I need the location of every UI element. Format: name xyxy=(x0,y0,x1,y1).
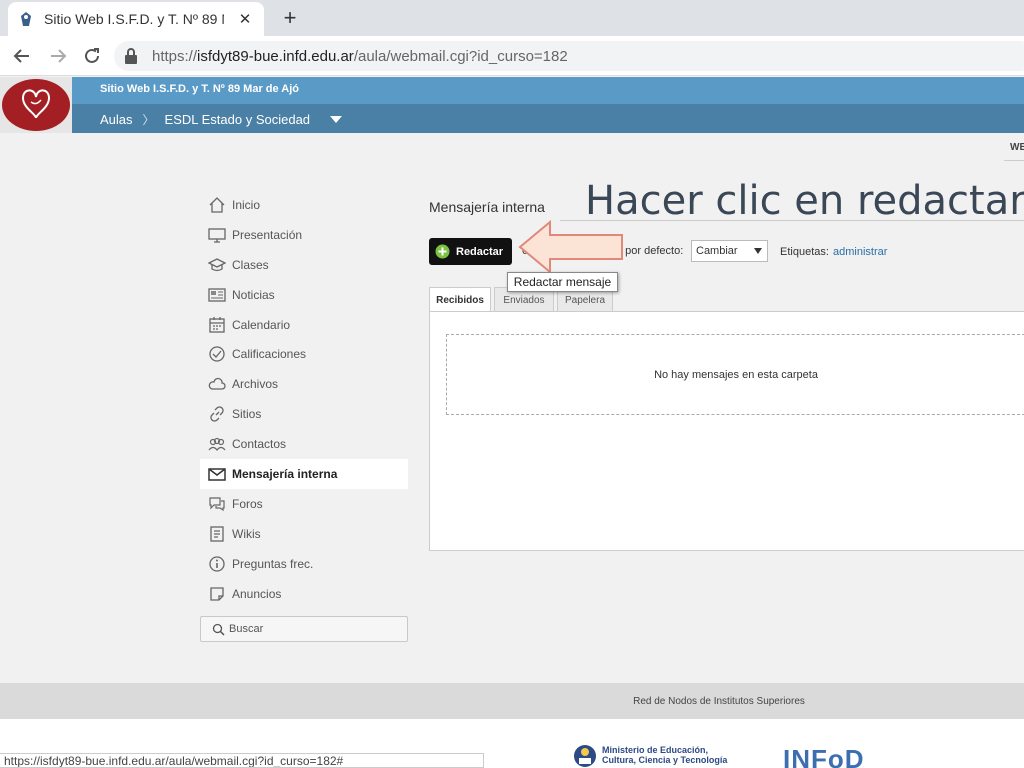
infod-logo[interactable]: INFoD xyxy=(783,744,865,768)
footer-text: Red de Nodos de Institutos Superiores xyxy=(633,695,805,707)
chevron-down-icon xyxy=(754,248,762,254)
chat-bubbles-icon xyxy=(208,495,226,513)
institute-logo[interactable] xyxy=(0,77,72,133)
back-icon[interactable] xyxy=(10,44,34,68)
lock-icon xyxy=(124,48,140,64)
plus-circle-icon xyxy=(435,244,450,259)
empty-state: No hay mensajes en esta carpeta xyxy=(446,334,1024,415)
info-icon xyxy=(208,555,226,573)
breadcrumb-aulas[interactable]: Aulas xyxy=(100,112,133,127)
browser-toolbar: https://isfdyt89-bue.infd.edu.ar/aula/we… xyxy=(0,36,1024,76)
sidebar-item-presentacion[interactable]: Presentación xyxy=(200,220,408,250)
browser-tabstrip: Sitio Web I.S.F.D. y T. Nº 89 Mar de Ajó… xyxy=(0,0,1024,36)
sidebar-item-mensajeria[interactable]: Mensajería interna xyxy=(200,459,408,489)
sidebar-item-foros[interactable]: Foros xyxy=(200,489,408,519)
site-title[interactable]: Sitio Web I.S.F.D. y T. Nº 89 Mar de Ajó xyxy=(100,83,299,95)
default-view-label: n por defecto: xyxy=(616,245,684,257)
compose-label: Redactar xyxy=(456,245,504,258)
new-tab-icon[interactable]: + xyxy=(278,5,302,30)
search-input[interactable]: Buscar xyxy=(200,616,408,642)
tags-label: Etiquetas: xyxy=(780,246,829,258)
view-select-value: Cambiar xyxy=(696,245,738,257)
forward-icon[interactable] xyxy=(46,44,70,68)
ministry-logo-icon xyxy=(573,744,597,768)
top-right-link[interactable]: WE xyxy=(1010,142,1024,153)
site-header: Sitio Web I.S.F.D. y T. Nº 89 Mar de Ajó… xyxy=(0,77,1024,133)
tab-recibidos[interactable]: Recibidos xyxy=(429,287,491,313)
sidebar-item-inicio[interactable]: Inicio xyxy=(200,190,408,220)
ministry-name: Ministerio de Educación, Cultura, Cienci… xyxy=(602,745,728,765)
search-icon xyxy=(211,622,225,636)
sidebar-item-wikis[interactable]: Wikis xyxy=(200,519,408,549)
compose-tooltip: Redactar mensaje xyxy=(507,272,618,292)
graduation-cap-icon xyxy=(208,256,226,274)
breadcrumb: Aulas 〉 ESDL Estado y Sociedad xyxy=(100,111,343,128)
tutorial-arrow-icon xyxy=(518,219,623,275)
site-favicon-icon xyxy=(18,11,34,27)
sidebar-item-preguntas[interactable]: Preguntas frec. xyxy=(200,549,408,579)
monitor-icon xyxy=(208,226,226,244)
note-icon xyxy=(208,585,226,603)
calendar-icon xyxy=(208,316,226,334)
document-icon xyxy=(208,525,226,543)
check-circle-icon xyxy=(208,345,226,363)
empty-message: No hay mensajes en esta carpeta xyxy=(654,368,818,381)
cloud-icon xyxy=(208,375,226,393)
search-label: Buscar xyxy=(229,623,264,635)
view-select[interactable]: Cambiar xyxy=(691,240,768,262)
tutorial-annotation: Hacer clic en redactar xyxy=(585,178,1024,224)
sidebar: Inicio Presentación Clases Noticias Cale… xyxy=(200,190,408,608)
sidebar-item-sitios[interactable]: Sitios xyxy=(200,399,408,429)
sidebar-item-contactos[interactable]: Contactos xyxy=(200,429,408,459)
tab-title: Sitio Web I.S.F.D. y T. Nº 89 Mar de Ajó xyxy=(44,11,224,27)
link-icon xyxy=(208,405,226,423)
tags-admin-link[interactable]: administrar xyxy=(833,246,887,258)
sidebar-item-clases[interactable]: Clases xyxy=(200,250,408,280)
sidebar-item-archivos[interactable]: Archivos xyxy=(200,369,408,399)
breadcrumb-course[interactable]: ESDL Estado y Sociedad xyxy=(165,112,311,127)
url-text: https://isfdyt89-bue.infd.edu.ar/aula/we… xyxy=(152,47,568,65)
close-tab-icon[interactable]: ✕ xyxy=(236,10,254,28)
home-icon xyxy=(208,196,226,214)
address-bar[interactable]: https://isfdyt89-bue.infd.edu.ar/aula/we… xyxy=(114,41,1024,71)
sidebar-item-calendario[interactable]: Calendario xyxy=(200,310,408,340)
sidebar-item-anuncios[interactable]: Anuncios xyxy=(200,579,408,609)
compose-button[interactable]: Redactar xyxy=(429,238,512,265)
page-title: Mensajería interna xyxy=(429,199,545,215)
status-bar: https://isfdyt89-bue.infd.edu.ar/aula/we… xyxy=(0,753,484,768)
users-icon xyxy=(208,435,226,453)
footer: Red de Nodos de Institutos Superiores xyxy=(0,683,1024,719)
chevron-down-icon[interactable] xyxy=(330,116,343,123)
browser-tab[interactable]: Sitio Web I.S.F.D. y T. Nº 89 Mar de Ajó… xyxy=(8,2,264,36)
reload-icon[interactable] xyxy=(80,44,104,68)
chevron-right-icon: 〉 xyxy=(142,113,155,127)
envelope-icon xyxy=(208,465,226,483)
newspaper-icon xyxy=(208,286,226,304)
message-panel: No hay mensajes en esta carpeta xyxy=(429,311,1024,551)
sidebar-item-calificaciones[interactable]: Calificaciones xyxy=(200,339,408,369)
sidebar-item-noticias[interactable]: Noticias xyxy=(200,280,408,310)
